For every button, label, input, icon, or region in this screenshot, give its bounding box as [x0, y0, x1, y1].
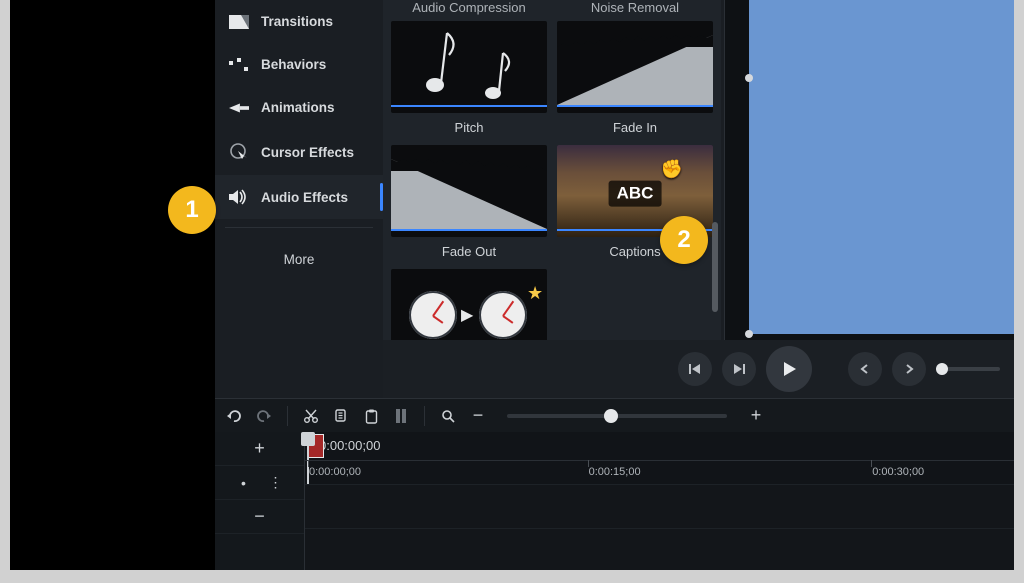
app-root: Transitions Behaviors Animations Cursor … [215, 0, 1014, 570]
effect-label-audio-compression: Audio Compression [391, 0, 547, 21]
app-window: Transitions Behaviors Animations Cursor … [10, 0, 1014, 570]
captions-overlay-text: ABC [609, 181, 662, 207]
track-toggle-2[interactable]: ⋮ [265, 472, 287, 494]
effect-tile-fade-out[interactable]: Fade Out [391, 145, 547, 263]
annotation-badge-2: 2 [660, 216, 708, 264]
sidebar-item-label: Transitions [261, 14, 333, 29]
preview-area [724, 0, 1014, 340]
effect-label-noise-removal: Noise Removal [557, 0, 713, 21]
remove-track-button[interactable]: − [249, 506, 271, 528]
transport-controls [383, 340, 1014, 398]
split-button[interactable] [390, 405, 412, 427]
sidebar-item-audio-effects[interactable]: Audio Effects [215, 175, 383, 219]
effect-label: Pitch [455, 113, 484, 139]
sidebar-item-label: Behaviors [261, 57, 326, 72]
ruler-tick: 0:00:15;00 [589, 466, 641, 478]
effects-panel: Audio Compression Noise Removal Pitch [383, 0, 721, 375]
effect-tile-pitch[interactable]: Pitch [391, 21, 547, 139]
divider [225, 227, 373, 228]
behaviors-icon [229, 58, 249, 72]
effect-label: Fade In [613, 113, 657, 139]
timeline-toolbar: − + [215, 398, 1014, 432]
timeline: + • ⋮ − 0:00:00;00 0:00:00;00 0:00:15;00… [215, 432, 1014, 570]
zoom-out-button[interactable]: − [467, 405, 489, 427]
effect-label: Fade Out [442, 237, 496, 263]
preview-zoom-slider[interactable] [936, 367, 1000, 371]
track-lane[interactable] [305, 528, 1014, 570]
play-button[interactable] [766, 346, 812, 392]
zoom-in-button[interactable]: + [745, 405, 767, 427]
sidebar-item-label: Audio Effects [261, 190, 348, 205]
star-icon: ★ [527, 283, 545, 301]
audio-effects-icon [229, 189, 249, 205]
next-marker-button[interactable] [892, 352, 926, 386]
zoom-slider[interactable] [507, 414, 727, 418]
annotation-badge-1: 1 [168, 186, 216, 234]
selection-handle[interactable] [745, 330, 753, 338]
sidebar-item-behaviors[interactable]: Behaviors [215, 43, 383, 86]
track-header-column: + • ⋮ − [215, 432, 305, 570]
effect-tile-fade-in[interactable]: Fade In [557, 21, 713, 139]
cut-button[interactable] [300, 405, 322, 427]
sidebar-more-button[interactable]: More [215, 236, 383, 283]
effect-thumbnail [391, 21, 547, 113]
transitions-icon [229, 15, 249, 29]
step-forward-button[interactable] [722, 352, 756, 386]
sidebar-item-cursor-effects[interactable]: Cursor Effects [215, 129, 383, 175]
redo-button[interactable] [253, 405, 275, 427]
preview-canvas[interactable] [749, 0, 1014, 334]
grab-cursor-icon: ✊ [661, 159, 683, 180]
paste-button[interactable] [360, 405, 382, 427]
effect-thumbnail [557, 21, 713, 113]
effect-label: Captions [609, 237, 660, 263]
sidebar-item-label: Cursor Effects [261, 145, 354, 160]
undo-button[interactable] [223, 405, 245, 427]
effects-row-partial: Audio Compression Noise Removal [391, 0, 713, 21]
track-lane[interactable] [305, 484, 1014, 528]
sidebar-item-label: Animations [261, 100, 335, 115]
sidebar: Transitions Behaviors Animations Cursor … [215, 0, 383, 283]
copy-button[interactable] [330, 405, 352, 427]
track-toggle-1[interactable]: • [233, 472, 255, 494]
tracks-area[interactable]: 0:00:00;00 0:00:00;00 0:00:15;00 0:00:30… [305, 432, 1014, 570]
zoom-search-icon [437, 405, 459, 427]
sidebar-item-transitions[interactable]: Transitions [215, 0, 383, 43]
cursor-effects-icon [229, 143, 249, 161]
scrollbar-thumb[interactable] [712, 222, 718, 312]
ruler-tick: 0:00:30;00 [872, 466, 924, 478]
effect-thumbnail [391, 145, 547, 237]
sidebar-item-animations[interactable]: Animations [215, 86, 383, 129]
ruler-tick: 0:00:00;00 [309, 466, 361, 478]
time-ruler[interactable]: 0:00:00;00 0:00:15;00 0:00:30;00 [305, 460, 1014, 484]
prev-marker-button[interactable] [848, 352, 882, 386]
step-back-button[interactable] [678, 352, 712, 386]
add-track-button[interactable]: + [249, 438, 271, 460]
animations-icon [229, 102, 249, 114]
selection-handle[interactable] [745, 74, 753, 82]
time-readout: 0:00:00;00 [319, 438, 380, 453]
